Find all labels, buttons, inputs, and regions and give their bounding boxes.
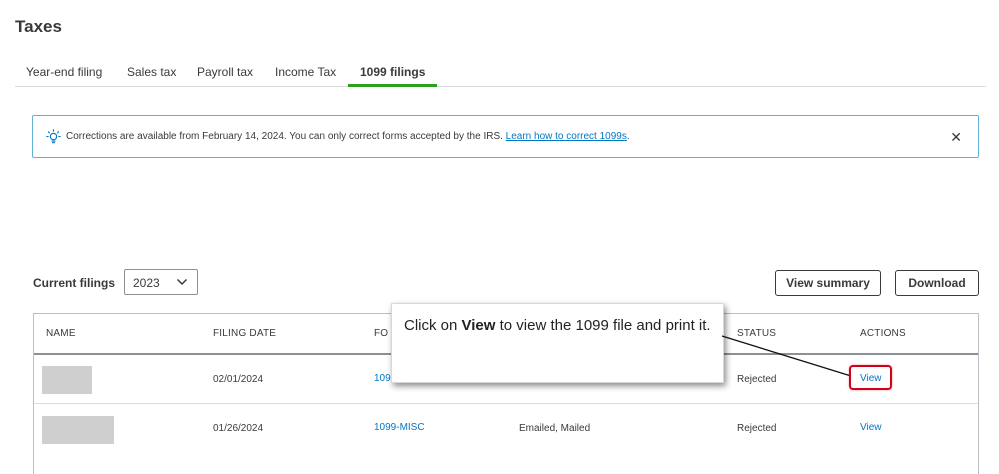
column-header-form[interactable]: FO: [374, 328, 388, 339]
status-cell: Rejected: [737, 423, 777, 434]
delivery-cell: Emailed, Mailed: [519, 423, 591, 434]
callout-text: Click on View to view the 1099 file and …: [404, 314, 714, 338]
tab-1099-filings[interactable]: 1099 filings: [360, 65, 425, 79]
current-filings-label: Current filings: [33, 276, 116, 290]
column-header-filing-date[interactable]: FILING DATE: [213, 328, 276, 339]
lightbulb-icon: [46, 129, 61, 144]
view-highlight-box: [849, 365, 892, 390]
tab-income-tax[interactable]: Income Tax: [275, 65, 336, 79]
banner-message: Corrections are available from February …: [66, 131, 630, 142]
row-divider: [34, 403, 978, 404]
form-link[interactable]: 1099-MISC: [374, 422, 425, 433]
page-title: Taxes: [15, 17, 62, 36]
form-link[interactable]: 109: [374, 373, 391, 384]
redacted-name: [42, 416, 114, 444]
banner-text: Corrections are available from February …: [66, 131, 503, 142]
view-link[interactable]: View: [860, 422, 882, 433]
year-select[interactable]: 2023: [124, 269, 198, 295]
active-tab-indicator: [348, 84, 437, 87]
callout-suffix: to view the 1099 file and print it.: [495, 317, 711, 334]
chevron-down-icon: [176, 278, 188, 286]
filing-date-cell: 02/01/2024: [213, 374, 264, 385]
callout-bold: View: [461, 317, 496, 334]
filing-date-cell: 01/26/2024: [213, 423, 264, 434]
column-header-actions: ACTIONS: [860, 328, 906, 339]
close-icon[interactable]: ✕: [950, 130, 962, 144]
tab-payroll-tax[interactable]: Payroll tax: [197, 65, 253, 79]
redacted-name: [42, 366, 92, 394]
column-header-status[interactable]: STATUS: [737, 328, 776, 339]
instruction-callout: Click on View to view the 1099 file and …: [391, 303, 724, 383]
callout-prefix: Click on: [404, 317, 462, 334]
learn-correct-1099s-link[interactable]: Learn how to correct 1099s: [506, 131, 627, 142]
tab-bar: Year-end filing Sales tax Payroll tax In…: [15, 58, 986, 87]
status-cell: Rejected: [737, 374, 777, 385]
tab-sales-tax[interactable]: Sales tax: [127, 65, 176, 79]
column-header-name[interactable]: NAME: [46, 328, 76, 339]
tab-year-end-filing[interactable]: Year-end filing: [26, 65, 102, 79]
year-select-value: 2023: [133, 276, 160, 290]
view-summary-button[interactable]: View summary: [775, 270, 881, 296]
banner-suffix: .: [626, 131, 630, 142]
download-button[interactable]: Download: [895, 270, 979, 296]
info-banner: Corrections are available from February …: [32, 115, 979, 158]
